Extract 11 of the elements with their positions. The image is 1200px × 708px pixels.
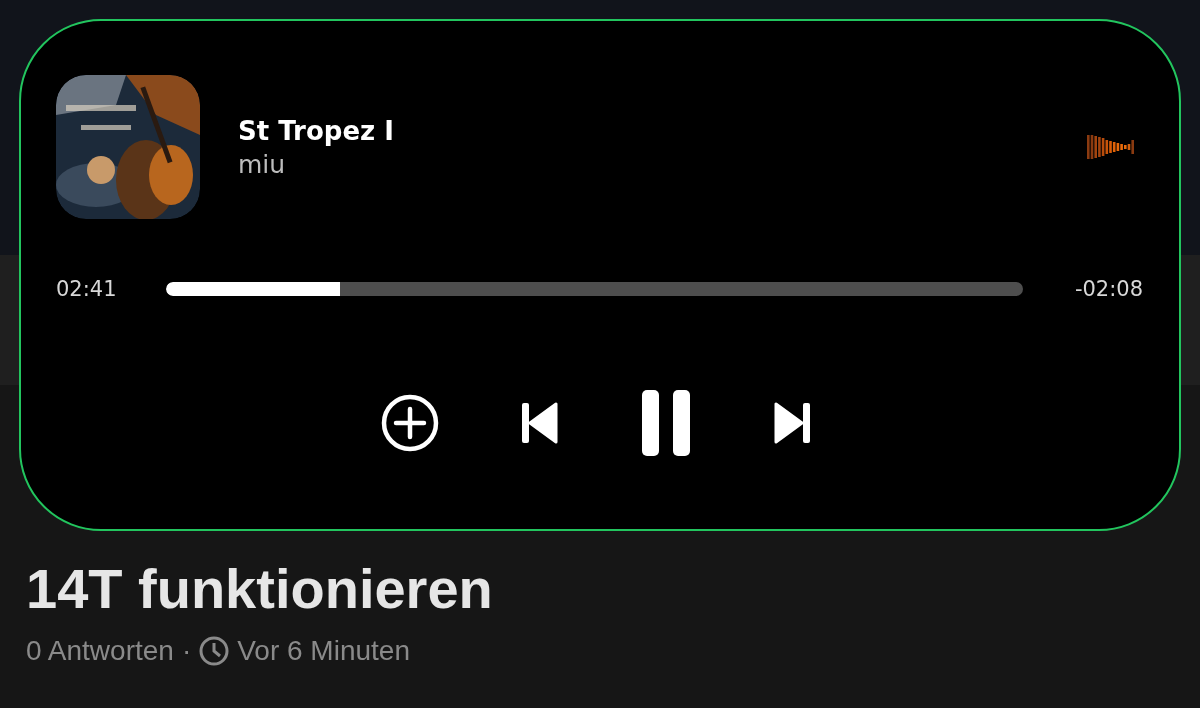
remaining-time: -02:08 <box>1073 277 1143 301</box>
progress-bar[interactable] <box>166 282 1023 296</box>
clock-icon <box>199 636 230 666</box>
artist-name: miu <box>238 149 287 179</box>
post-time: Vor 6 Minuten <box>237 635 410 667</box>
waveform-icon <box>1087 134 1135 160</box>
separator-dot: · <box>181 635 192 667</box>
track-title: St Tropez I <box>238 115 395 146</box>
reply-count: 0 Antworten <box>26 635 174 667</box>
post-title: 14T funktionieren <box>26 557 493 621</box>
elapsed-time: 02:41 <box>56 277 118 301</box>
